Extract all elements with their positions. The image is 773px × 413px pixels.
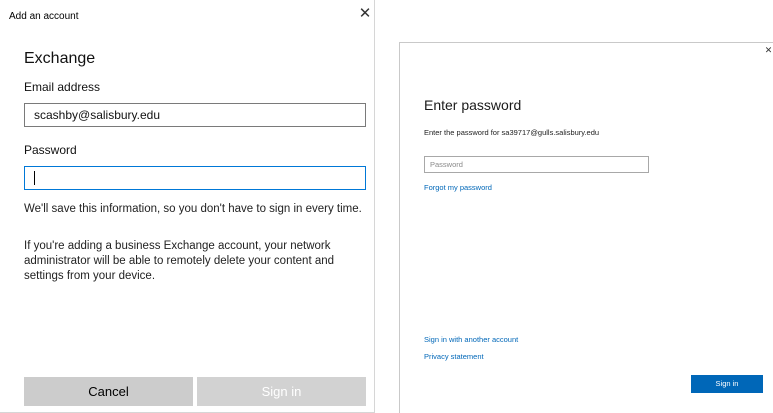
admin-warning-text: If you're adding a business Exchange acc… bbox=[24, 240, 335, 282]
cancel-button[interactable]: Cancel bbox=[24, 377, 193, 406]
email-label: Email address bbox=[24, 80, 101, 94]
save-info-text: We'll save this information, so you don'… bbox=[24, 203, 362, 215]
password-prompt-text: Enter the password for sa39717@gulls.sal… bbox=[424, 128, 600, 137]
enter-password-dialog: ✕ Enter password Enter the password for … bbox=[399, 42, 773, 413]
password-label: Password bbox=[24, 143, 77, 157]
enter-password-heading: Enter password bbox=[424, 97, 522, 113]
sign-in-button[interactable]: Sign in bbox=[197, 377, 366, 406]
sign-in-another-account-link[interactable]: Sign in with another account bbox=[424, 335, 518, 344]
add-account-dialog: Add an account ✕ Exchange Email address … bbox=[0, 0, 375, 413]
password-field[interactable] bbox=[424, 156, 649, 173]
password-field[interactable] bbox=[24, 166, 366, 190]
forgot-password-link[interactable]: Forgot my password bbox=[424, 183, 492, 192]
sign-in-button[interactable]: Sign in bbox=[691, 375, 763, 393]
close-icon[interactable]: ✕ bbox=[763, 44, 773, 56]
account-type-heading: Exchange bbox=[24, 50, 96, 67]
text-caret bbox=[34, 171, 35, 185]
privacy-statement-link[interactable]: Privacy statement bbox=[424, 352, 484, 361]
dialog-title: Add an account bbox=[9, 11, 79, 22]
email-field[interactable] bbox=[24, 103, 366, 127]
close-icon[interactable]: ✕ bbox=[356, 5, 374, 23]
